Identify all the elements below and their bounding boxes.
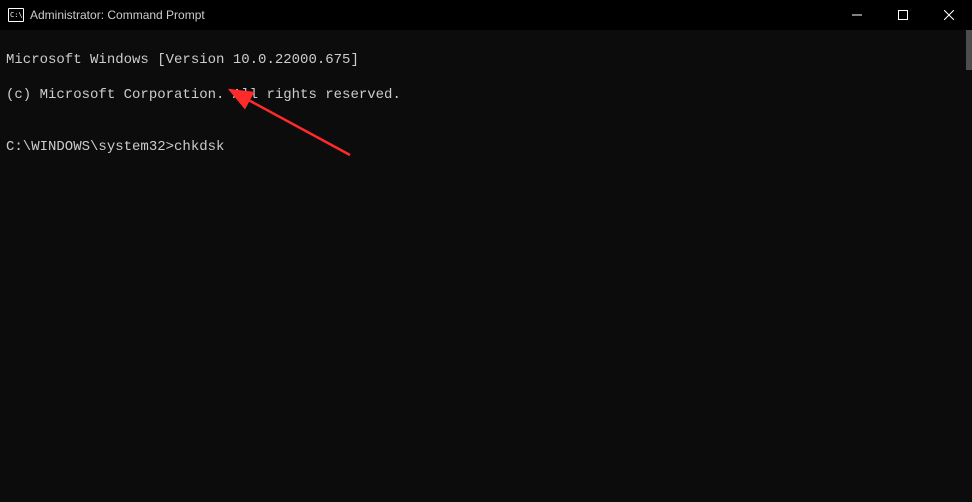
prompt-line: C:\WINDOWS\system32>chkdsk xyxy=(6,139,966,157)
prompt-path: C:\WINDOWS\system32> xyxy=(6,139,174,157)
vertical-scrollbar[interactable] xyxy=(966,30,972,70)
maximize-button[interactable] xyxy=(880,0,926,30)
window-controls xyxy=(834,0,972,30)
close-button[interactable] xyxy=(926,0,972,30)
window-title: Administrator: Command Prompt xyxy=(30,8,205,22)
titlebar-left: C:\ Administrator: Command Prompt xyxy=(8,7,205,23)
window-titlebar: C:\ Administrator: Command Prompt xyxy=(0,0,972,30)
typed-command: chkdsk xyxy=(174,139,224,157)
terminal-output[interactable]: Microsoft Windows [Version 10.0.22000.67… xyxy=(0,30,972,502)
svg-text:C:\: C:\ xyxy=(10,11,23,19)
copyright-line: (c) Microsoft Corporation. All rights re… xyxy=(6,87,966,105)
cmd-icon: C:\ xyxy=(8,7,24,23)
minimize-button[interactable] xyxy=(834,0,880,30)
version-line: Microsoft Windows [Version 10.0.22000.67… xyxy=(6,52,966,70)
